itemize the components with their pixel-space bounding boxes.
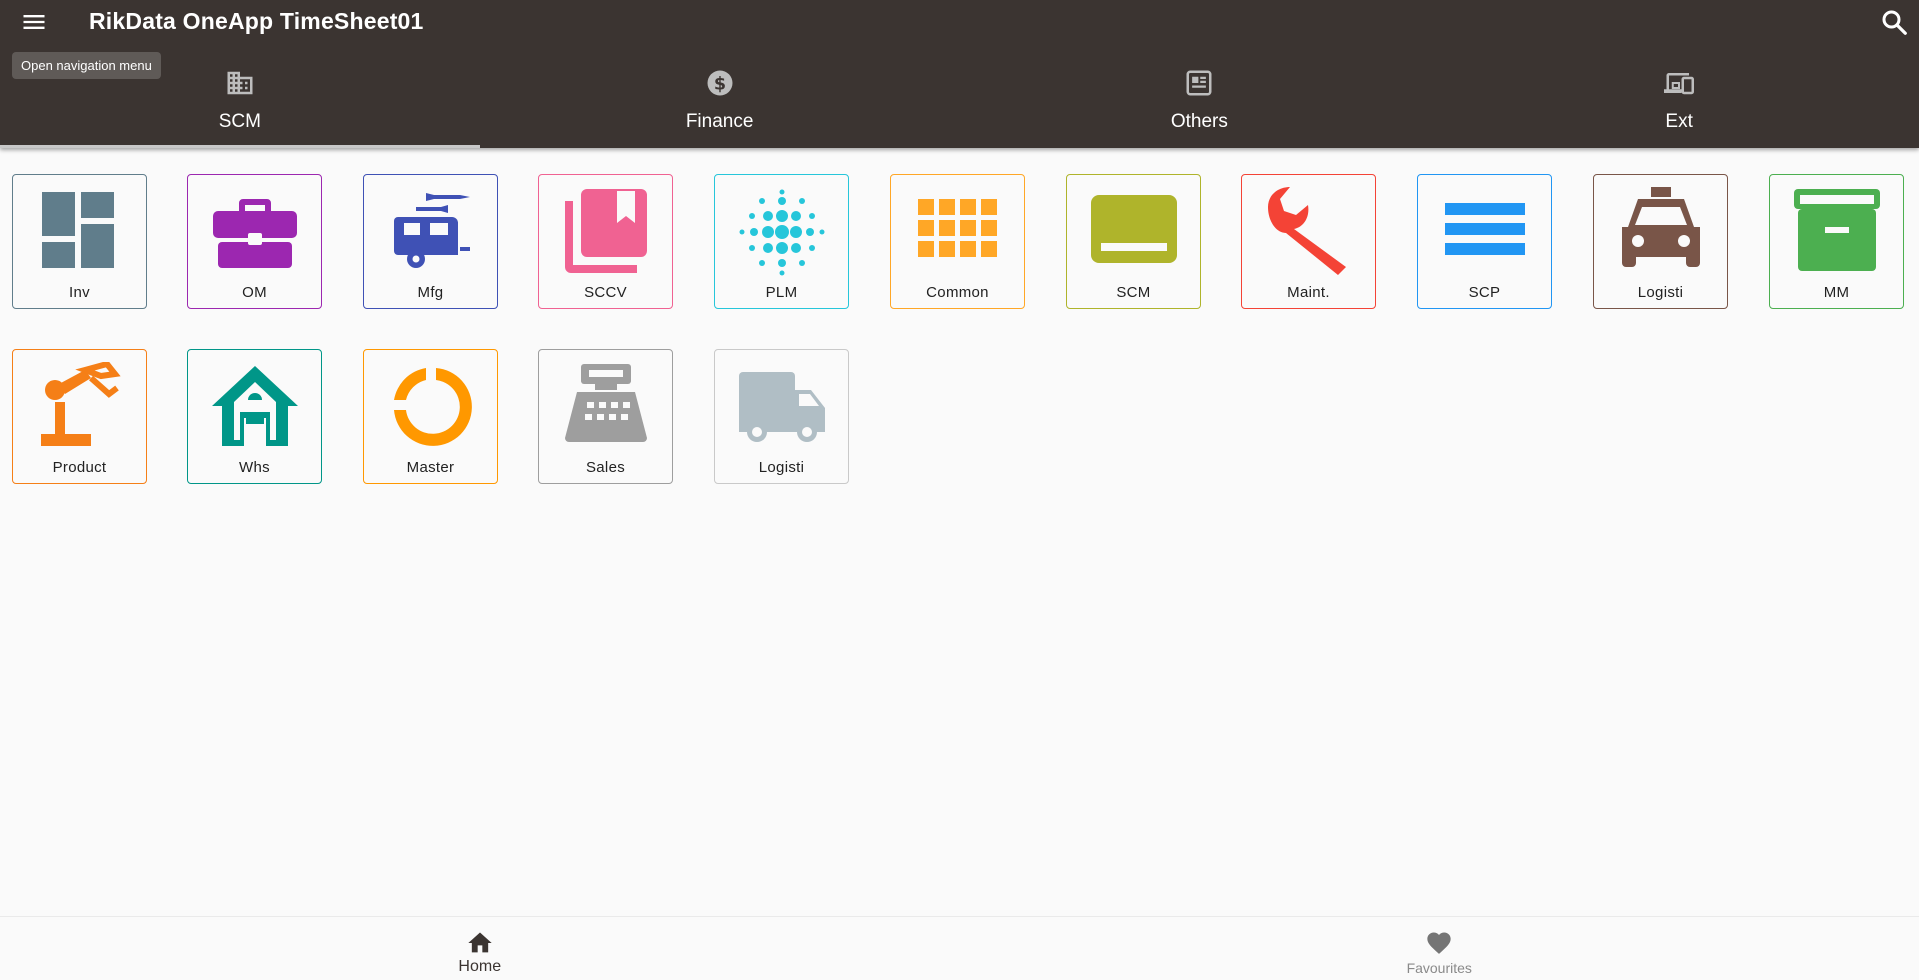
truck-icon xyxy=(737,362,827,452)
nav-label: Home xyxy=(0,958,960,976)
tile-label: Product xyxy=(13,459,146,476)
cash-register-icon xyxy=(561,362,651,452)
tab-finance[interactable]: $ Finance xyxy=(480,60,960,148)
library-books-icon xyxy=(561,187,651,277)
tile-label: Common xyxy=(891,284,1024,301)
tab-label: Ext xyxy=(1439,111,1919,133)
tile-logisti-1[interactable]: Logisti xyxy=(1593,174,1728,309)
tile-label: Whs xyxy=(188,459,321,476)
dollar-circle-icon: $ xyxy=(705,68,735,98)
hamburger-menu-icon[interactable] xyxy=(20,8,48,36)
bottom-navigation: Home Favourites xyxy=(0,916,1919,980)
tile-label: Logisti xyxy=(1594,284,1727,301)
home-icon xyxy=(466,929,494,957)
house-icon xyxy=(210,362,300,452)
tile-maint[interactable]: Maint. xyxy=(1241,174,1376,309)
category-tabs: SCM $ Finance Others xyxy=(0,60,1919,148)
tile-label: Inv xyxy=(13,284,146,301)
caption-icon xyxy=(1089,187,1179,277)
tile-sccv[interactable]: SCCV xyxy=(538,174,673,309)
navigation-tooltip: Open navigation menu xyxy=(12,52,161,79)
tile-label: SCM xyxy=(1067,284,1200,301)
tab-ext[interactable]: Ext xyxy=(1439,60,1919,148)
tile-inv[interactable]: Inv xyxy=(12,174,147,309)
tile-label: MM xyxy=(1770,284,1903,301)
tile-sales[interactable]: Sales xyxy=(538,349,673,484)
business-icon xyxy=(225,68,255,98)
nav-label: Favourites xyxy=(960,960,1919,976)
tile-label: Maint. xyxy=(1242,284,1375,301)
search-icon[interactable] xyxy=(1879,7,1909,37)
tile-label: Mfg xyxy=(364,284,497,301)
tile-whs[interactable]: Whs xyxy=(187,349,322,484)
archive-box-icon xyxy=(1792,187,1882,277)
robot-arm-icon xyxy=(35,362,125,452)
tab-label: SCM xyxy=(0,111,480,133)
taxi-icon xyxy=(1616,187,1706,277)
app-bar: RikData OneApp TimeSheet01 SCM $ Finance xyxy=(0,0,1919,148)
tab-label: Others xyxy=(960,111,1440,133)
tile-logisti-2[interactable]: Logisti xyxy=(714,349,849,484)
tile-label: SCCV xyxy=(539,284,672,301)
blur-dots-icon xyxy=(737,187,827,277)
tab-label: Finance xyxy=(480,111,960,133)
devices-icon xyxy=(1664,68,1694,98)
tile-label: Logisti xyxy=(715,459,848,476)
tile-scp[interactable]: SCP xyxy=(1417,174,1552,309)
tile-plm[interactable]: PLM xyxy=(714,174,849,309)
tile-mm[interactable]: MM xyxy=(1769,174,1904,309)
tile-label: Master xyxy=(364,459,497,476)
tile-mfg[interactable]: Mfg xyxy=(363,174,498,309)
wrench-icon xyxy=(1264,187,1354,277)
tile-scm[interactable]: SCM xyxy=(1066,174,1201,309)
tile-label: SCP xyxy=(1418,284,1551,301)
briefcase-icon xyxy=(210,187,300,277)
newspaper-icon xyxy=(1184,68,1214,98)
tab-others[interactable]: Others xyxy=(960,60,1440,148)
rv-swap-icon xyxy=(386,187,476,277)
donut-icon xyxy=(386,362,476,452)
menu-lines-icon xyxy=(1440,187,1530,277)
grid-icon xyxy=(913,187,1003,277)
tile-om[interactable]: OM xyxy=(187,174,322,309)
tile-master[interactable]: Master xyxy=(363,349,498,484)
tile-label: PLM xyxy=(715,284,848,301)
heart-icon xyxy=(1425,929,1453,957)
app-title: RikData OneApp TimeSheet01 xyxy=(89,8,424,35)
dashboard-icon xyxy=(35,187,125,277)
nav-favourites[interactable]: Favourites xyxy=(960,917,1919,980)
tile-product[interactable]: Product xyxy=(12,349,147,484)
tile-label: Sales xyxy=(539,459,672,476)
svg-text:$: $ xyxy=(714,74,726,94)
tile-label: OM xyxy=(188,284,321,301)
tile-common[interactable]: Common xyxy=(890,174,1025,309)
nav-home[interactable]: Home xyxy=(0,917,960,980)
